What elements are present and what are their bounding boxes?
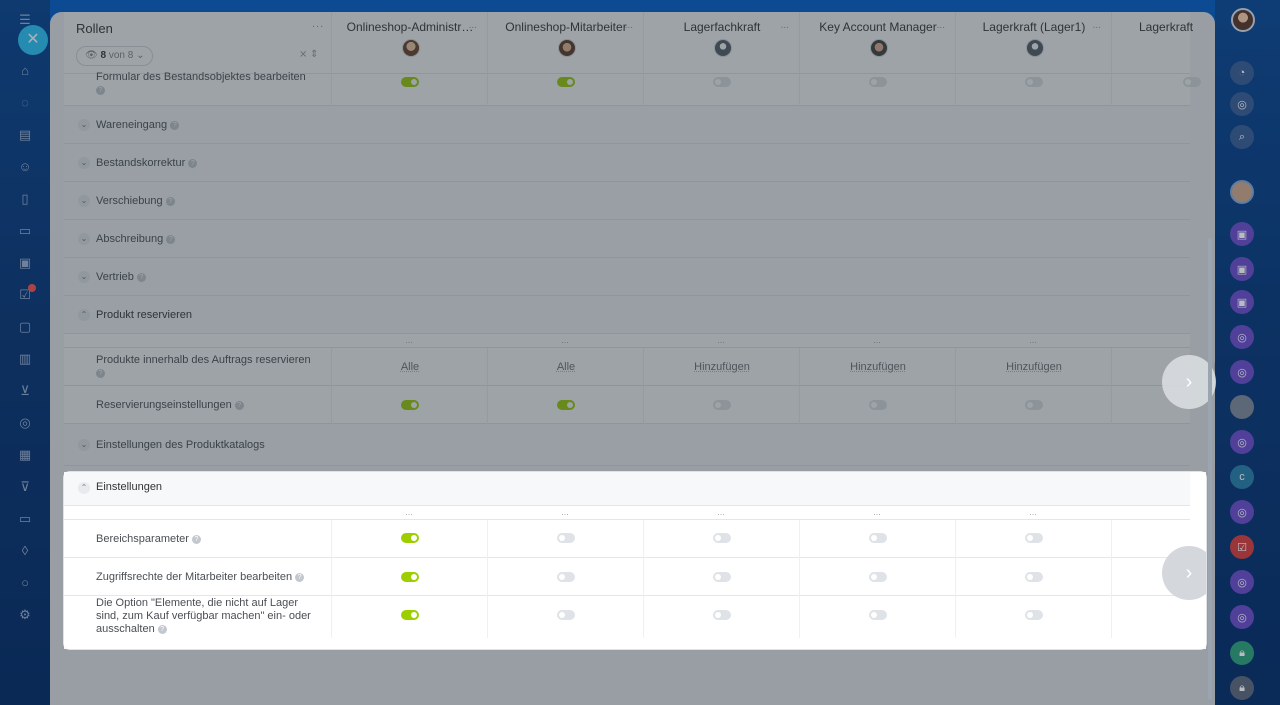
permission-cell xyxy=(331,596,487,638)
permission-toggle[interactable] xyxy=(1025,533,1043,543)
settings-rows: ⌃ Einstellungen ... ... ... ... ... ... … xyxy=(64,472,1190,638)
permission-toggle[interactable] xyxy=(401,610,419,620)
permission-toggle[interactable] xyxy=(869,610,887,620)
permission-cell xyxy=(955,596,1111,638)
permission-cell xyxy=(799,558,955,596)
permission-row: Bereichsparameter? xyxy=(64,520,1190,558)
permission-toggle[interactable] xyxy=(557,610,575,620)
permission-label: Bereichsparameter? xyxy=(96,520,201,558)
permission-toggle[interactable] xyxy=(1025,572,1043,582)
help-icon[interactable]: ? xyxy=(295,572,305,582)
permission-label: Zugriffsrechte der Mitarbeiter bearbeite… xyxy=(96,558,305,596)
dim-overlay xyxy=(64,649,1206,705)
permission-cell xyxy=(487,596,643,638)
permission-toggle[interactable] xyxy=(1025,610,1043,620)
permission-cell xyxy=(955,520,1111,558)
permission-toggle[interactable] xyxy=(557,572,575,582)
permission-cell xyxy=(799,520,955,558)
permission-cell xyxy=(1111,596,1206,638)
column-actions-icon[interactable]: ... xyxy=(1111,506,1206,518)
permission-row: Die Option "Elemente, die nicht auf Lage… xyxy=(64,596,1190,638)
permission-row: Zugriffsrechte der Mitarbeiter bearbeite… xyxy=(64,558,1190,596)
dim-overlay xyxy=(50,12,1215,472)
permission-cell xyxy=(643,558,799,596)
dim-overlay xyxy=(50,472,64,705)
permission-cell xyxy=(643,596,799,638)
permission-toggle[interactable] xyxy=(869,572,887,582)
help-icon[interactable]: ? xyxy=(157,624,167,634)
permission-toggle[interactable] xyxy=(713,610,731,620)
section-einstellungen[interactable]: ⌃ Einstellungen xyxy=(64,472,1190,506)
permission-cell xyxy=(487,558,643,596)
column-actions-icon[interactable]: ... xyxy=(487,506,643,518)
vertical-scrollbar[interactable] xyxy=(1208,238,1212,700)
permission-cell xyxy=(643,520,799,558)
dim-overlay xyxy=(0,0,50,705)
column-actions-icon[interactable]: ... xyxy=(331,506,487,518)
permission-label: Die Option "Elemente, die nicht auf Lage… xyxy=(96,597,311,635)
permission-cell xyxy=(487,520,643,558)
section-label: Einstellungen xyxy=(96,481,163,493)
permission-cell xyxy=(331,520,487,558)
permission-toggle[interactable] xyxy=(713,572,731,582)
permission-cell xyxy=(799,596,955,638)
column-actions-icon[interactable]: ... xyxy=(799,506,955,518)
permission-toggle[interactable] xyxy=(713,533,731,543)
permission-toggle[interactable] xyxy=(401,572,419,582)
permission-toggle[interactable] xyxy=(557,533,575,543)
chevron-up-icon[interactable]: ⌃ xyxy=(78,482,90,494)
permission-toggle[interactable] xyxy=(401,533,419,543)
column-actions-icon[interactable]: ... xyxy=(955,506,1111,518)
permission-cell xyxy=(331,558,487,596)
permission-cell xyxy=(955,558,1111,596)
settings-highlight: ⌃ Einstellungen ... ... ... ... ... ... … xyxy=(64,472,1206,649)
column-actions-row: ... ... ... ... ... ... xyxy=(64,506,1190,520)
help-icon[interactable]: ? xyxy=(191,534,201,544)
permission-toggle[interactable] xyxy=(869,533,887,543)
dim-overlay xyxy=(1215,0,1280,705)
column-actions-icon[interactable]: ... xyxy=(643,506,799,518)
